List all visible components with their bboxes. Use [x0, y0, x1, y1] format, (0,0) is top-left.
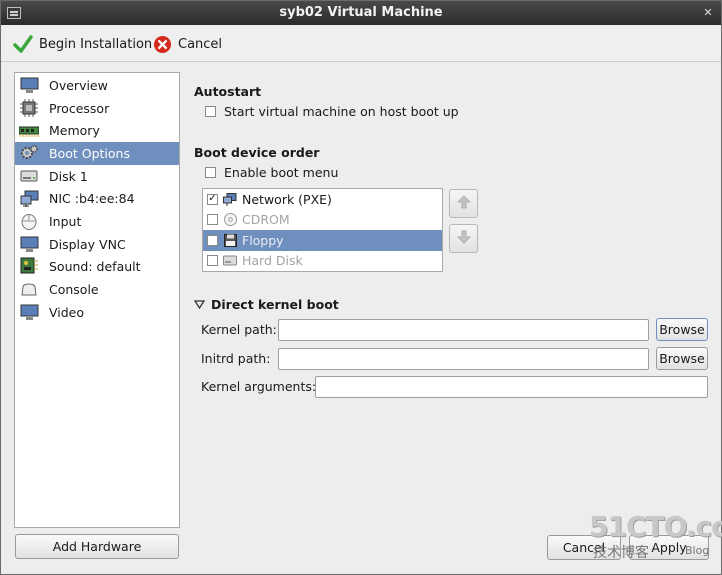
sidebar-item-label: Sound: default — [49, 259, 141, 275]
nic-icon — [19, 190, 39, 208]
video-icon — [19, 303, 39, 321]
begin-installation-button[interactable]: Begin Installation — [9, 32, 156, 56]
enable-boot-menu-checkbox[interactable] — [205, 167, 216, 178]
autostart-heading: Autostart — [194, 84, 262, 99]
boot-device-label: Network (PXE) — [242, 191, 332, 207]
move-up-button[interactable] — [449, 189, 478, 218]
harddisk-icon — [223, 254, 237, 267]
gear-icon — [19, 144, 39, 162]
sidebar-item-console[interactable]: Console — [15, 278, 179, 301]
sidebar-item-label: Boot Options — [49, 145, 130, 161]
autostart-option: Start virtual machine on host boot up — [205, 104, 459, 119]
display-icon — [19, 235, 39, 253]
kernel-boot-expander[interactable]: Direct kernel boot — [193, 297, 339, 312]
floppy-icon — [223, 233, 237, 247]
boot-device-label: CDROM — [242, 212, 290, 228]
sidebar-item-memory[interactable]: Memory — [15, 119, 179, 142]
boot-device-label: Floppy — [242, 232, 284, 248]
move-down-button[interactable] — [449, 224, 478, 253]
toolbar-cancel-label: Cancel — [178, 36, 223, 52]
boot-device-row[interactable]: CDROM — [203, 210, 442, 231]
watermark: 51CTO.com 技术博客 Blog — [589, 510, 722, 561]
window-menu-icon[interactable] — [7, 7, 21, 19]
arrow-down-icon — [456, 229, 472, 248]
sidebar-item-nic[interactable]: NIC :b4:ee:84 — [15, 187, 179, 210]
window-title: syb02 Virtual Machine — [279, 5, 443, 20]
cdrom-icon — [223, 213, 237, 227]
expander-triangle-icon — [193, 297, 206, 312]
toolbar-cancel-button[interactable]: Cancel — [149, 32, 226, 56]
title-bar: syb02 Virtual Machine ✕ — [1, 1, 721, 25]
sidebar-item-boot-options[interactable]: Boot Options — [15, 142, 179, 165]
boot-menu-option: Enable boot menu — [205, 165, 338, 180]
boot-device-list: ✓ Network (PXE) CDROM Floppy Hard Disk — [202, 188, 443, 272]
add-hardware-button[interactable]: Add Hardware — [15, 534, 179, 559]
watermark-blog: Blog — [685, 544, 710, 557]
initrd-path-label: Initrd path: — [201, 351, 271, 366]
disk-icon — [19, 167, 39, 185]
sidebar-item-disk[interactable]: Disk 1 — [15, 165, 179, 188]
initrd-browse-button[interactable]: Browse — [656, 347, 708, 370]
sidebar-item-label: Disk 1 — [49, 168, 88, 184]
initrd-path-input[interactable] — [278, 348, 649, 370]
kernel-boot-heading: Direct kernel boot — [211, 297, 339, 312]
sound-card-icon — [19, 257, 39, 276]
sidebar-item-label: Display VNC — [49, 236, 126, 252]
sidebar-item-sound[interactable]: Sound: default — [15, 256, 179, 279]
sidebar-item-label: Video — [49, 304, 85, 320]
window-close-icon[interactable]: ✕ — [701, 6, 715, 20]
autostart-label: Start virtual machine on host boot up — [224, 104, 459, 119]
sidebar-item-processor[interactable]: Processor — [15, 97, 179, 120]
sidebar-item-overview[interactable]: Overview — [15, 74, 179, 97]
hardware-list: Overview Processor Memory Boot Options D… — [14, 72, 180, 528]
checkmark-icon — [13, 34, 33, 54]
enable-boot-menu-label: Enable boot menu — [224, 165, 339, 180]
watermark-subtitle: 技术博客 — [593, 545, 649, 561]
watermark-logo: 51CTO.com — [589, 510, 722, 543]
autostart-checkbox[interactable] — [205, 106, 216, 117]
vm-details-window: syb02 Virtual Machine ✕ Begin Installati… — [0, 0, 722, 575]
boot-device-checkbox[interactable] — [207, 234, 218, 246]
sidebar-item-label: NIC :b4:ee:84 — [49, 191, 135, 207]
cpu-icon — [19, 99, 39, 118]
boot-device-checkbox[interactable] — [207, 255, 218, 267]
kernel-browse-button[interactable]: Browse — [656, 318, 708, 341]
memory-icon — [19, 122, 39, 140]
sidebar-item-label: Memory — [49, 123, 100, 139]
boot-device-row[interactable]: ✓ Network (PXE) — [203, 189, 442, 210]
begin-installation-label: Begin Installation — [39, 36, 153, 52]
boot-device-row[interactable]: Floppy — [203, 230, 442, 251]
mouse-icon — [19, 212, 39, 231]
console-icon — [19, 281, 39, 299]
boot-device-checkbox[interactable]: ✓ — [207, 193, 218, 205]
sidebar-item-video[interactable]: Video — [15, 301, 179, 324]
arrow-up-icon — [456, 194, 472, 213]
sidebar-item-label: Processor — [49, 100, 110, 116]
boot-device-checkbox[interactable] — [207, 214, 218, 226]
sidebar-item-input[interactable]: Input — [15, 210, 179, 233]
boot-device-label: Hard Disk — [242, 253, 303, 269]
kernel-args-input[interactable] — [315, 376, 708, 398]
sidebar-item-label: Overview — [49, 77, 108, 93]
sidebar-item-label: Console — [49, 282, 99, 298]
network-icon — [223, 192, 237, 206]
sidebar-item-label: Input — [49, 213, 82, 229]
sidebar-item-display-vnc[interactable]: Display VNC — [15, 233, 179, 256]
toolbar: Begin Installation Cancel — [1, 26, 721, 62]
boot-device-row[interactable]: Hard Disk — [203, 251, 442, 272]
kernel-path-input[interactable] — [278, 319, 649, 341]
cancel-icon — [153, 35, 172, 54]
kernel-args-label: Kernel arguments: — [201, 379, 317, 394]
monitor-icon — [19, 76, 39, 94]
boot-order-heading: Boot device order — [194, 145, 320, 160]
kernel-path-label: Kernel path: — [201, 322, 277, 337]
